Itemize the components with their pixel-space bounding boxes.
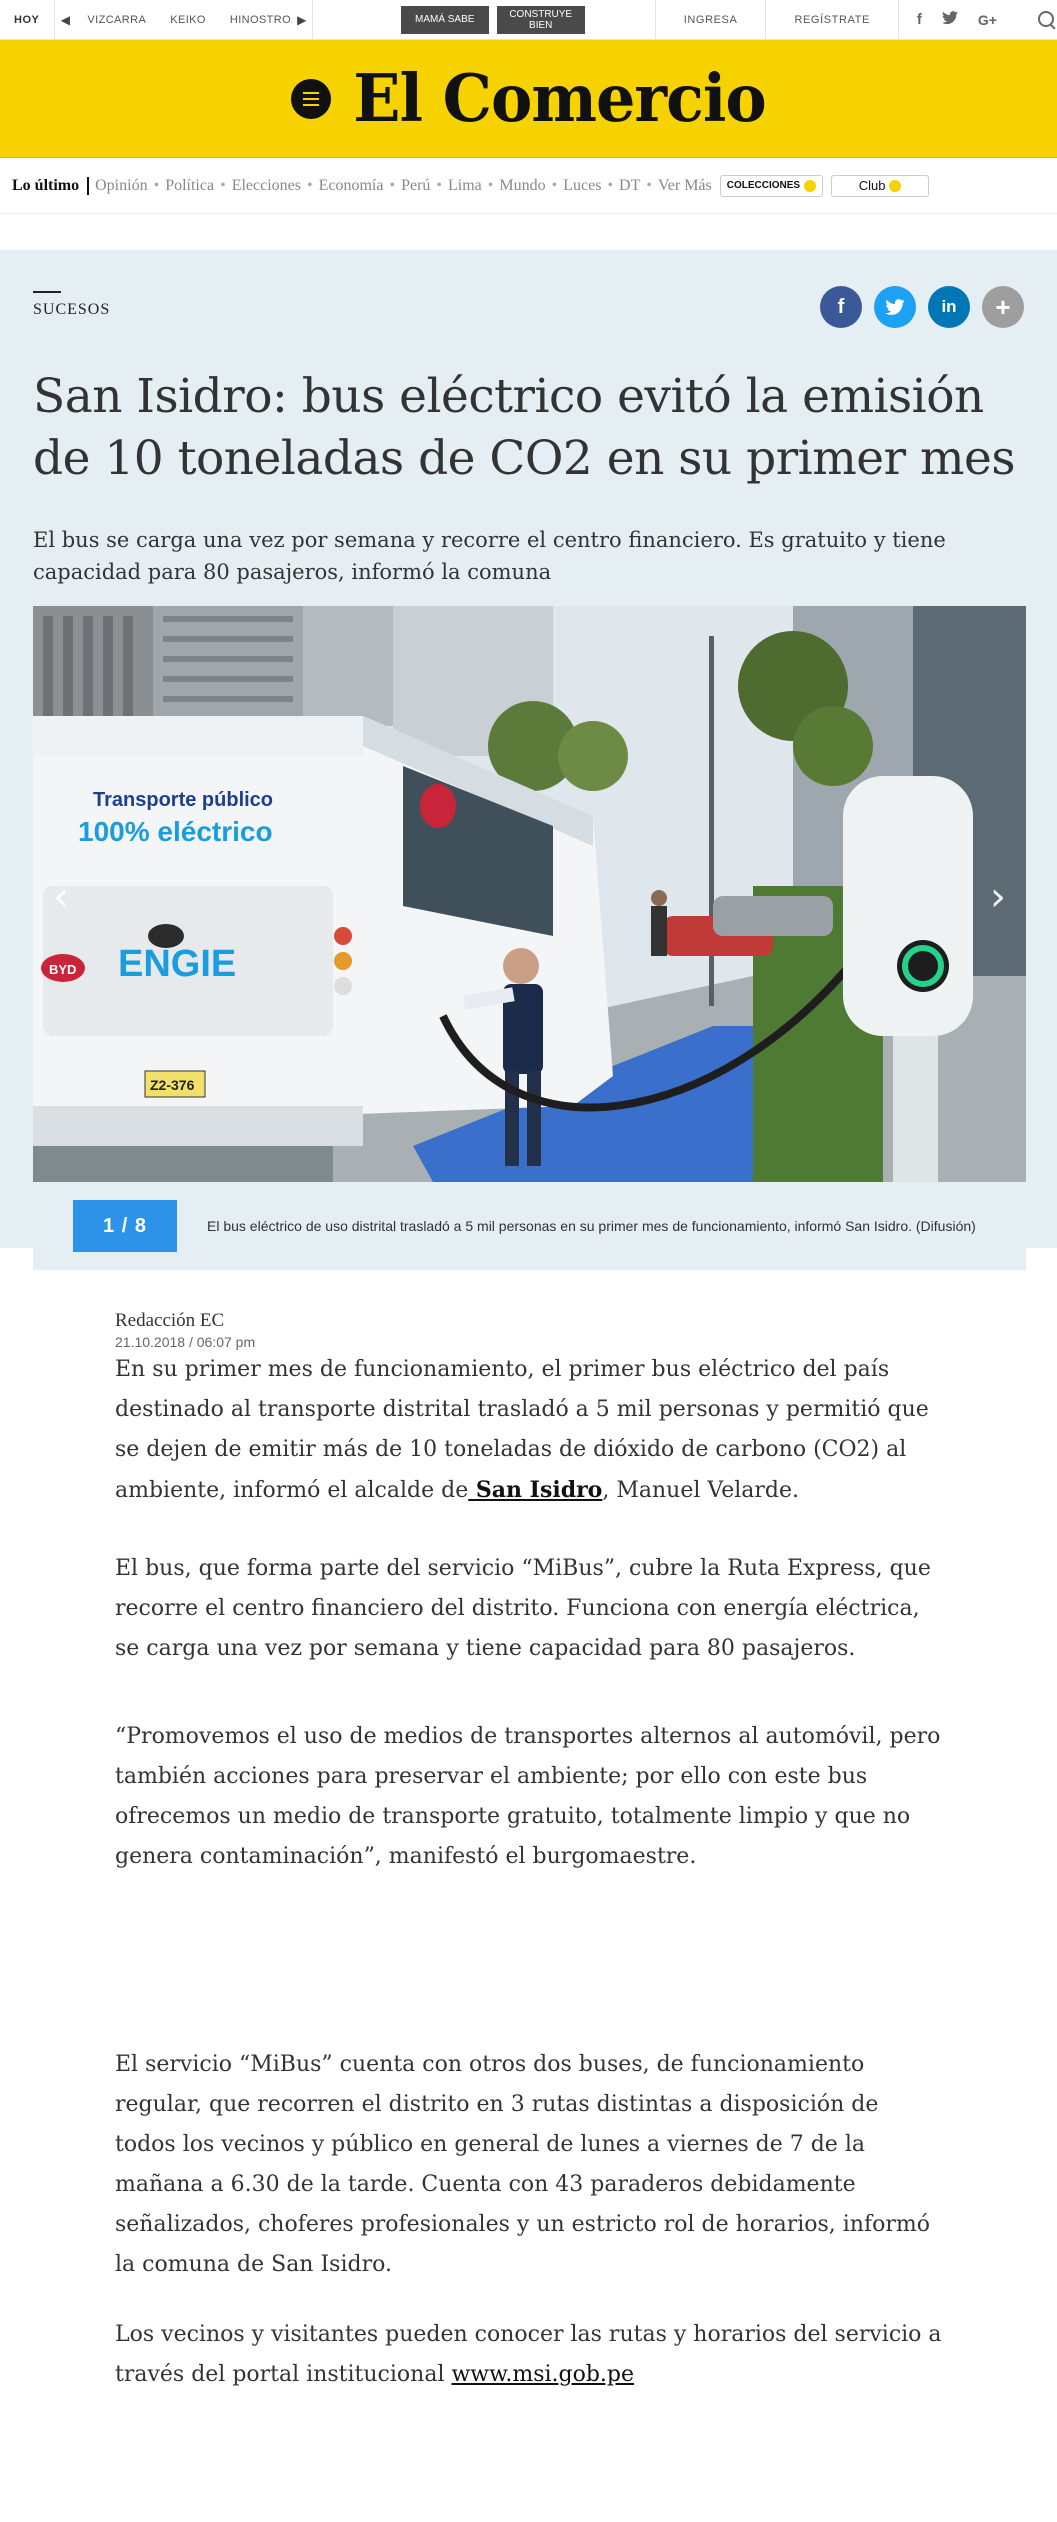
top-utility-bar: HOY ◀ VIZCARRA KEIKO HINOSTROZA ▶ MAMÁ S… xyxy=(0,0,1057,40)
nav-item-politica[interactable]: Política xyxy=(165,177,214,195)
tag-link[interactable]: HINOSTROZA xyxy=(218,14,292,26)
facebook-icon[interactable]: f xyxy=(917,11,922,28)
club-label: Club xyxy=(858,178,886,193)
gallery-counter: 1 / 8 xyxy=(73,1200,177,1252)
article-title: San Isidro: bus eléctrico evitó la emisi… xyxy=(33,369,1015,486)
spacer xyxy=(0,214,1057,250)
brand-header: El Comercio xyxy=(0,40,1057,158)
nav-item-peru[interactable]: Perú xyxy=(401,177,430,195)
nav-separator: • xyxy=(607,176,614,194)
twitter-icon[interactable] xyxy=(941,10,958,29)
social-links: f G+ xyxy=(917,10,997,29)
paragraph-1: En su primer mes de funcionamiento, el p… xyxy=(115,1350,945,1511)
nav-item-lo-ultimo[interactable]: Lo último xyxy=(12,176,90,195)
google-plus-icon[interactable]: G+ xyxy=(978,12,997,28)
photo-gallery[interactable]: Transporte público 100% eléctrico ENGIE … xyxy=(33,606,1026,1182)
colecciones-label: COLECCIONES xyxy=(726,180,801,191)
section-nav: Lo último Opinión • Política • Elecciones •… xyxy=(0,158,1057,214)
bus-text-electrico: 100% eléctrico xyxy=(78,816,273,847)
article-subtitle: El bus se carga una vez por semana y rec… xyxy=(33,528,946,584)
tags-prev-icon[interactable]: ◀ xyxy=(55,0,75,40)
share-linkedin-icon[interactable]: in xyxy=(928,286,970,328)
hoy-label: HOY xyxy=(14,13,40,26)
coin-icon xyxy=(804,179,817,192)
gallery-prev-icon[interactable]: ‹ xyxy=(53,874,69,920)
tags-next-icon[interactable]: ▶ xyxy=(292,0,312,40)
nav-item-lima[interactable]: Lima xyxy=(448,177,482,195)
divider xyxy=(897,0,899,40)
bus-text-byd: BYD xyxy=(49,962,76,977)
divider xyxy=(311,0,313,40)
author-byline[interactable]: Redacción EC xyxy=(115,1310,960,1332)
special-construye-bien-button[interactable]: CONSTRUYE BIEN xyxy=(496,5,585,34)
nav-item-luces[interactable]: Luces xyxy=(563,177,601,195)
search-icon[interactable] xyxy=(1035,8,1057,32)
nav-item-elecciones[interactable]: Elecciones xyxy=(232,177,301,195)
san-isidro-link[interactable]: San Isidro xyxy=(468,1477,602,1503)
nav-item-economia[interactable]: Economía xyxy=(319,177,384,195)
bus-text-transporte: Transporte público xyxy=(93,789,273,811)
tag-link[interactable]: VIZCARRA xyxy=(75,14,158,26)
paragraph-1-end: , Manuel Velarde. xyxy=(602,1478,800,1503)
share-buttons: f in + xyxy=(820,286,1024,328)
nav-item-ver-mas[interactable]: Ver Más xyxy=(658,177,712,195)
paragraph-4: El servicio “MiBus” cuenta con otros dos… xyxy=(115,2052,930,2277)
trending-tags: VIZCARRA KEIKO HINOSTROZA xyxy=(75,0,291,40)
section-kicker[interactable]: SUCESOS xyxy=(33,291,110,319)
nav-item-opinion[interactable]: Opinión xyxy=(95,177,147,195)
club-button[interactable]: Club xyxy=(831,174,930,197)
nav-item-dt[interactable]: DT xyxy=(619,177,640,195)
coin-icon xyxy=(889,179,902,192)
login-link[interactable]: INGRESA xyxy=(656,14,766,26)
tag-link[interactable]: KEIKO xyxy=(158,14,218,26)
nav-separator: • xyxy=(436,176,443,194)
bus-plate: Z2-376 xyxy=(150,1077,195,1093)
nav-separator: • xyxy=(551,176,558,194)
bus-text-engie: ENGIE xyxy=(118,943,236,985)
share-twitter-icon[interactable] xyxy=(874,286,916,328)
nav-separator: • xyxy=(389,176,396,194)
share-facebook-icon[interactable]: f xyxy=(820,286,862,328)
gallery-caption-bar: 1 / 8 El bus eléctrico de uso distrital … xyxy=(33,1182,1026,1270)
gallery-caption: El bus eléctrico de uso distrital trasla… xyxy=(207,1218,976,1234)
site-logo[interactable]: El Comercio xyxy=(353,60,766,137)
special-sections: MAMÁ SABE CONSTRUYE BIEN xyxy=(400,5,585,34)
special-mama-sabe-button[interactable]: MAMÁ SABE xyxy=(400,5,489,34)
msi-website-link[interactable]: www.msi.gob.pe xyxy=(451,2362,634,2387)
nav-item-mundo[interactable]: Mundo xyxy=(499,177,545,195)
paragraph-5: Los vecinos y visitantes pueden conocer … xyxy=(115,2315,945,2395)
paragraph-2: El bus, que forma parte del servicio “Mi… xyxy=(115,1556,931,1661)
nav-separator: • xyxy=(306,176,313,194)
register-link[interactable]: REGÍSTRATE xyxy=(766,14,897,26)
gallery-next-icon[interactable]: › xyxy=(990,874,1006,920)
article-body: Redacción EC 21.10.2018 / 06:07 pm En su… xyxy=(0,1270,960,2395)
menu-icon[interactable] xyxy=(291,78,332,119)
nav-separator: • xyxy=(220,176,226,194)
nav-separator: • xyxy=(646,176,652,194)
auth-links: INGRESA REGÍSTRATE xyxy=(654,0,899,40)
publish-date: 21.10.2018 / 06:07 pm xyxy=(115,1334,256,1350)
gallery-photo-electric-bus: Transporte público 100% eléctrico ENGIE … xyxy=(33,606,1026,1182)
colecciones-button[interactable]: COLECCIONES xyxy=(719,174,824,197)
paragraph-3: “Promovemos el uso de medios de transpor… xyxy=(115,1724,941,1869)
share-more-icon[interactable]: + xyxy=(982,286,1024,328)
nav-separator: • xyxy=(153,176,160,194)
kicker-row: SUCESOS f in + xyxy=(33,250,1024,328)
nav-separator: • xyxy=(487,176,494,194)
